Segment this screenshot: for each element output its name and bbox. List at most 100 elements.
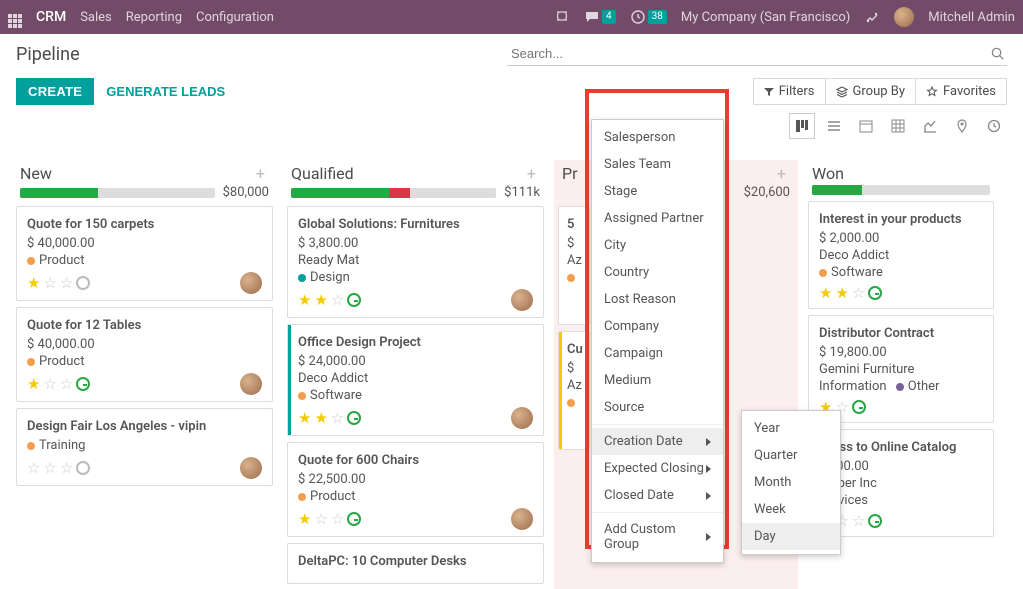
card-title: ccess to Online Catalog — [819, 440, 983, 455]
kanban-card[interactable]: Quote for 600 Chairs $ 22,500.00 Product… — [287, 442, 544, 537]
kanban-card[interactable]: Distributor Contract $ 19,800.00 Gemini … — [808, 315, 994, 423]
groupby-country[interactable]: Country — [592, 259, 723, 286]
groupby-company[interactable]: Company — [592, 313, 723, 340]
activity-badge: 38 — [648, 10, 667, 24]
user-avatar[interactable] — [240, 457, 262, 479]
user-name[interactable]: Mitchell Admin — [928, 10, 1015, 25]
card-customer: Az — [567, 253, 585, 268]
groupby-assigned-partner[interactable]: Assigned Partner — [592, 205, 723, 232]
groupby-button[interactable]: Group By — [825, 78, 917, 105]
phone-icon[interactable] — [554, 9, 570, 25]
apps-icon[interactable] — [8, 7, 22, 28]
kanban-card[interactable]: 5 $ Az — [558, 206, 590, 325]
kanban-card[interactable]: Design Fair Los Angeles - vipin Training… — [16, 408, 273, 486]
groupby-closed-date[interactable]: Closed Date — [592, 482, 723, 509]
debug-icon[interactable] — [864, 9, 880, 25]
view-map[interactable] — [949, 113, 975, 139]
activity-icon[interactable] — [852, 400, 866, 414]
kanban-card[interactable]: Interest in your products $ 2,000.00 Dec… — [808, 201, 994, 309]
groupby-source[interactable]: Source — [592, 394, 723, 421]
company-switcher[interactable]: My Company (San Francisco) — [681, 10, 850, 25]
date-year[interactable]: Year — [742, 415, 840, 442]
activity-icon[interactable] — [76, 461, 90, 475]
user-avatar[interactable] — [240, 272, 262, 294]
nav-configuration[interactable]: Configuration — [196, 10, 274, 25]
groupby-medium[interactable]: Medium — [592, 367, 723, 394]
card-title: Global Solutions: Furnitures — [298, 217, 533, 232]
search-input[interactable] — [507, 42, 1007, 65]
add-card-icon[interactable]: + — [527, 167, 536, 181]
activity-icon[interactable]: 38 — [630, 9, 667, 25]
groupby-stage[interactable]: Stage — [592, 178, 723, 205]
view-activity[interactable] — [981, 113, 1007, 139]
search-icon[interactable] — [990, 46, 1005, 61]
card-tag: Software — [298, 388, 533, 403]
chat-icon[interactable]: 4 — [584, 9, 616, 25]
groupby-salesperson[interactable]: Salesperson — [592, 124, 723, 151]
add-card-icon[interactable]: + — [777, 167, 786, 181]
card-amount: $ — [567, 236, 585, 251]
user-avatar[interactable] — [894, 7, 914, 27]
activity-icon[interactable] — [347, 411, 361, 425]
activity-icon[interactable] — [347, 293, 361, 307]
column-total: $111k — [504, 185, 540, 200]
card-amount: $ 22,500.00 — [298, 472, 533, 487]
view-pivot[interactable] — [885, 113, 911, 139]
groupby-sales-team[interactable]: Sales Team — [592, 151, 723, 178]
card-title: Distributor Contract — [819, 326, 983, 341]
subheader: Pipeline — [0, 34, 1023, 70]
activity-icon[interactable] — [76, 276, 90, 290]
date-quarter[interactable]: Quarter — [742, 442, 840, 469]
chevron-right-icon — [706, 438, 711, 446]
column-title: Pr — [562, 164, 578, 183]
add-card-icon[interactable]: + — [256, 167, 265, 181]
card-tag: Services — [819, 493, 983, 508]
chevron-right-icon — [706, 492, 711, 500]
groupby-city[interactable]: City — [592, 232, 723, 259]
kanban-card[interactable]: Quote for 12 Tables $ 40,000.00 Product … — [16, 307, 273, 402]
user-avatar[interactable] — [240, 373, 262, 395]
kanban-card[interactable]: Global Solutions: Furnitures $ 3,800.00 … — [287, 206, 544, 318]
view-calendar[interactable] — [853, 113, 879, 139]
user-avatar[interactable] — [511, 289, 533, 311]
date-month[interactable]: Month — [742, 469, 840, 496]
view-kanban[interactable] — [789, 113, 815, 139]
activity-icon[interactable] — [76, 377, 90, 391]
groupby-campaign[interactable]: Campaign — [592, 340, 723, 367]
favorites-button[interactable]: Favorites — [915, 78, 1007, 105]
card-amount: 2,000.00 — [819, 459, 983, 474]
view-graph[interactable] — [917, 113, 943, 139]
kanban-card[interactable]: Office Design Project $ 24,000.00 Deco A… — [287, 324, 544, 436]
date-day[interactable]: Day — [742, 523, 840, 550]
star-icon — [926, 86, 938, 98]
favorites-label: Favorites — [943, 84, 996, 99]
nav-sales[interactable]: Sales — [80, 10, 112, 25]
user-avatar[interactable] — [511, 508, 533, 530]
user-avatar[interactable] — [511, 407, 533, 429]
activity-icon[interactable] — [868, 514, 882, 528]
groupby-creation-date[interactable]: Creation Date — [592, 428, 723, 455]
kanban-card[interactable]: DeltaPC: 10 Computer Desks — [287, 543, 544, 584]
kanban-card[interactable]: Quote for 150 carpets $ 40,000.00 Produc… — [16, 206, 273, 301]
chevron-right-icon — [706, 533, 711, 541]
filters-button[interactable]: Filters — [753, 78, 826, 105]
card-tag: Software — [819, 265, 983, 280]
nav-reporting[interactable]: Reporting — [126, 10, 182, 25]
chevron-right-icon — [706, 465, 711, 473]
column-qualified: Qualified+ $111k Global Solutions: Furni… — [283, 160, 548, 589]
action-row: CREATE GENERATE LEADS Filters Group By F… — [0, 70, 1023, 147]
column-total: $80,000 — [223, 185, 269, 200]
groupby-lost-reason[interactable]: Lost Reason — [592, 286, 723, 313]
date-week[interactable]: Week — [742, 496, 840, 523]
column-title: Won — [812, 164, 844, 183]
create-button[interactable]: CREATE — [16, 78, 94, 105]
generate-leads-button[interactable]: GENERATE LEADS — [94, 78, 237, 105]
card-tag: Product — [298, 489, 533, 504]
activity-icon[interactable] — [868, 286, 882, 300]
groupby-expected-closing[interactable]: Expected Closing — [592, 455, 723, 482]
column-new: New+ $80,000 Quote for 150 carpets $ 40,… — [12, 160, 277, 589]
groupby-add-custom[interactable]: Add Custom Group — [592, 516, 723, 558]
activity-icon[interactable] — [347, 512, 361, 526]
kanban-card[interactable]: Cu $ Az — [558, 331, 590, 450]
view-list[interactable] — [821, 113, 847, 139]
